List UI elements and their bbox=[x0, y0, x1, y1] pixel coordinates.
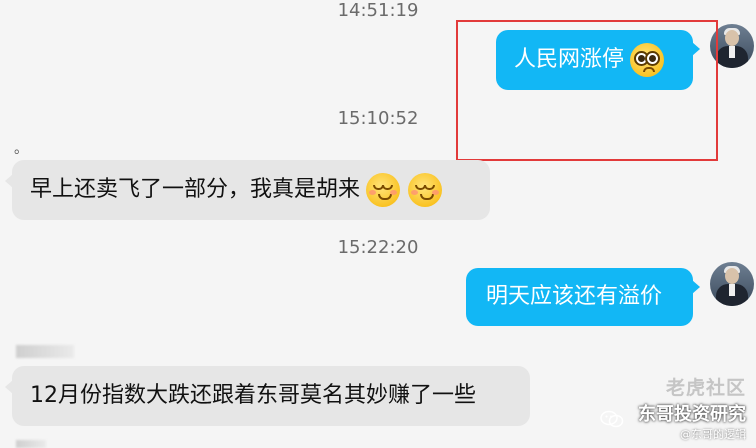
relieved-face-icon bbox=[366, 173, 401, 207]
timestamp: 15:22:20 bbox=[337, 237, 419, 258]
avatar[interactable] bbox=[710, 262, 754, 306]
watermark: 老虎社区 东哥投资研究 @东哥的逻辑 bbox=[638, 373, 746, 442]
highlight-box bbox=[456, 20, 718, 161]
message-bubble-outgoing[interactable]: 明天应该还有溢价 bbox=[466, 268, 700, 326]
watermark-top: 老虎社区 bbox=[665, 377, 746, 399]
timestamp: 14:51:19 bbox=[337, 0, 419, 21]
sender-name: 。 bbox=[14, 141, 28, 157]
message-bubble-incoming[interactable]: 早上还卖飞了一部分，我真是胡来 bbox=[5, 160, 490, 220]
message-text: 12月份指数大跌还跟着东哥莫名其妙赚了一些 bbox=[30, 383, 476, 408]
wechat-icon bbox=[600, 410, 624, 428]
relieved-face-icon bbox=[408, 173, 443, 207]
timestamp: 15:10:52 bbox=[337, 108, 419, 129]
watermark-sub: @东哥的逻辑 bbox=[680, 428, 746, 441]
blurred-sender-name bbox=[16, 440, 46, 448]
blurred-sender-name bbox=[16, 345, 74, 358]
watermark-main: 东哥投资研究 bbox=[638, 404, 746, 425]
message-text: 早上还卖飞了一部分，我真是胡来 bbox=[30, 177, 361, 202]
message-bubble-incoming[interactable]: 12月份指数大跌还跟着东哥莫名其妙赚了一些 bbox=[5, 366, 530, 426]
message-text: 明天应该还有溢价 bbox=[486, 284, 663, 309]
